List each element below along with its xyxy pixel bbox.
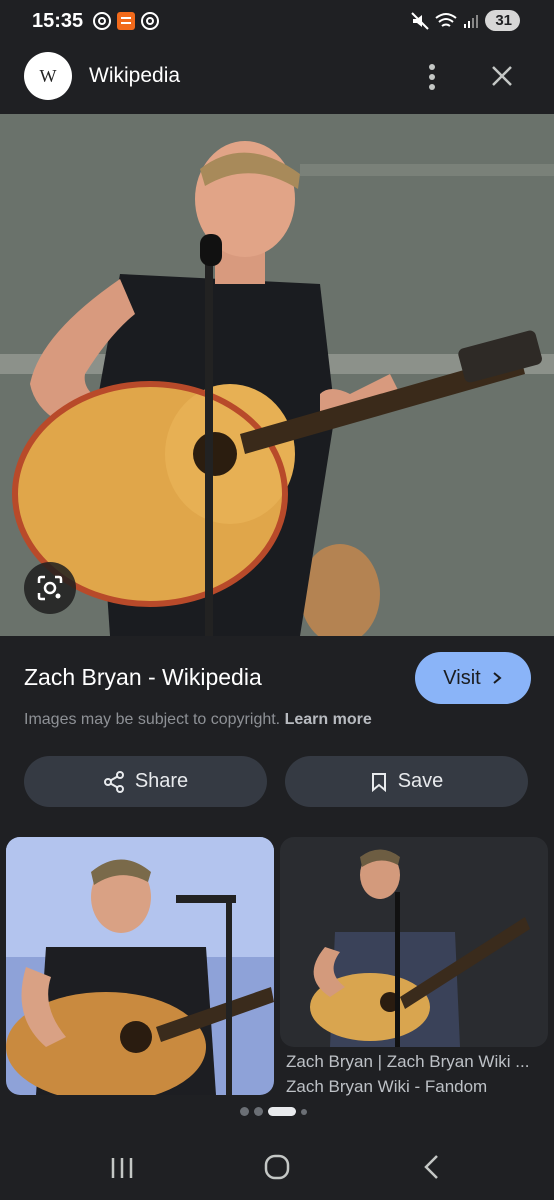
threads-icon (93, 12, 111, 30)
recents-icon[interactable] (108, 1156, 136, 1180)
source-header: W Wikipedia (0, 42, 554, 114)
status-bar: 15:35 31 (0, 0, 554, 42)
home-icon[interactable] (264, 1154, 290, 1180)
result-title[interactable]: Zach Bryan - Wikipedia (24, 664, 262, 691)
share-icon (103, 770, 124, 793)
visit-button[interactable]: Visit (415, 652, 531, 704)
copyright-notice: Images may be subject to copyright. Lear… (24, 711, 372, 729)
wifi-icon (435, 12, 457, 27)
more-options-icon[interactable] (418, 60, 446, 94)
related-2-title[interactable]: Zach Bryan | Zach Bryan Wiki ... (286, 1052, 548, 1072)
notification-app-icon (117, 12, 135, 30)
wikipedia-logo[interactable]: W (24, 52, 72, 100)
pager-dot[interactable] (301, 1108, 307, 1115)
save-label: Save (397, 770, 444, 792)
threads-icon (141, 12, 159, 30)
copyright-text: Images may be subject to copyright. (24, 711, 281, 728)
learn-more-link[interactable]: Learn more (285, 711, 372, 728)
related-image-2[interactable] (280, 837, 548, 1047)
system-nav-bar (0, 1130, 554, 1200)
related-image-1[interactable] (6, 837, 274, 1095)
image-viewer-page: 15:35 31 W Wikipedia Zach Bryan - Wikipe… (0, 0, 554, 1200)
close-icon[interactable] (486, 60, 518, 92)
chevron-right-icon (493, 672, 502, 684)
mute-icon (411, 11, 430, 30)
lens-search-button[interactable] (24, 562, 76, 614)
status-right-icons: 31 (411, 10, 520, 31)
save-button[interactable]: Save (285, 756, 528, 807)
site-name[interactable]: Wikipedia (89, 64, 180, 88)
pager-dot[interactable] (254, 1107, 263, 1116)
pager-dot-active[interactable] (268, 1107, 296, 1116)
share-label: Share (134, 770, 189, 792)
carousel-pager (240, 1107, 307, 1116)
battery-icon: 31 (485, 10, 520, 31)
pager-dot[interactable] (240, 1107, 249, 1116)
share-button[interactable]: Share (24, 756, 267, 807)
related-image-1-illustration (6, 837, 274, 1095)
status-left-icons (92, 11, 160, 31)
status-time: 15:35 (32, 10, 84, 32)
related-image-2-illustration (280, 837, 548, 1047)
signal-icon (464, 14, 479, 28)
back-icon[interactable] (422, 1154, 442, 1180)
lens-icon (37, 575, 63, 601)
main-image[interactable] (0, 114, 554, 636)
performer-illustration (0, 114, 554, 636)
visit-label: Visit (443, 666, 481, 689)
related-2-source: Zach Bryan Wiki - Fandom (286, 1077, 488, 1096)
bookmark-icon (371, 772, 386, 792)
